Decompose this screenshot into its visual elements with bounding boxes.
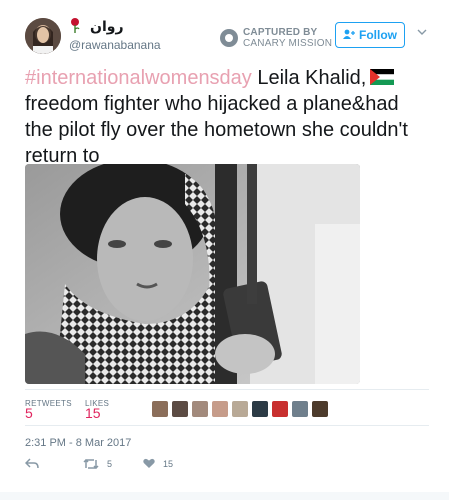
reply-button[interactable] (25, 458, 39, 470)
screen-name[interactable]: @rawanabanana (69, 38, 161, 52)
rose-icon (71, 18, 80, 33)
reply-icon (25, 458, 39, 469)
tweet-text: #internationalwomensday Leila Khalid, fr… (25, 65, 425, 169)
watermark-line1: CAPTURED BY (243, 27, 318, 38)
retweets-count[interactable]: 5 (25, 405, 33, 421)
retweet-count: 5 (107, 459, 113, 469)
follow-label: Follow (359, 28, 397, 42)
liker-avatar[interactable] (272, 401, 288, 417)
like-count: 15 (163, 458, 174, 469)
palestine-flag-icon (370, 69, 395, 85)
like-button[interactable]: 15 (143, 458, 173, 469)
heart-icon (143, 458, 155, 468)
tweet-text-first: Leila Khalid, (251, 67, 367, 89)
bottom-bar (0, 492, 449, 500)
follow-button[interactable]: Follow (335, 22, 405, 48)
liker-avatars (152, 401, 332, 417)
retweet-icon (83, 458, 99, 470)
liker-avatar[interactable] (152, 401, 168, 417)
display-name[interactable]: روان (90, 18, 124, 35)
liker-avatar[interactable] (172, 401, 188, 417)
liker-avatar[interactable] (232, 401, 248, 417)
chevron-down-icon[interactable] (417, 27, 427, 37)
canary-mission-logo-icon (220, 29, 238, 47)
follow-user-icon (343, 28, 355, 42)
likes-count[interactable]: 15 (85, 405, 101, 421)
avatar[interactable] (25, 18, 61, 54)
liker-avatar[interactable] (292, 401, 308, 417)
watermark-line2: CANARY MISSION (243, 38, 333, 49)
hashtag-link[interactable]: #internationalwomensday (25, 67, 252, 89)
liker-avatar[interactable] (192, 401, 208, 417)
tweet-photo[interactable] (25, 164, 360, 384)
tweet-timestamp[interactable]: 2:31 PM - 8 Mar 2017 (25, 437, 131, 449)
tweet-card: روان @rawanabanana CAPTURED BY CANARY MI… (0, 0, 449, 500)
liker-avatar[interactable] (252, 401, 268, 417)
liker-avatar[interactable] (312, 401, 328, 417)
canary-mission-watermark: CAPTURED BY CANARY MISSION (220, 27, 332, 49)
retweet-button[interactable]: 5 (83, 458, 112, 470)
divider-bottom (25, 425, 429, 426)
tweet-text-rest: freedom fighter who hijacked a plane&had… (25, 93, 408, 167)
divider-top (25, 389, 429, 390)
liker-avatar[interactable] (212, 401, 228, 417)
